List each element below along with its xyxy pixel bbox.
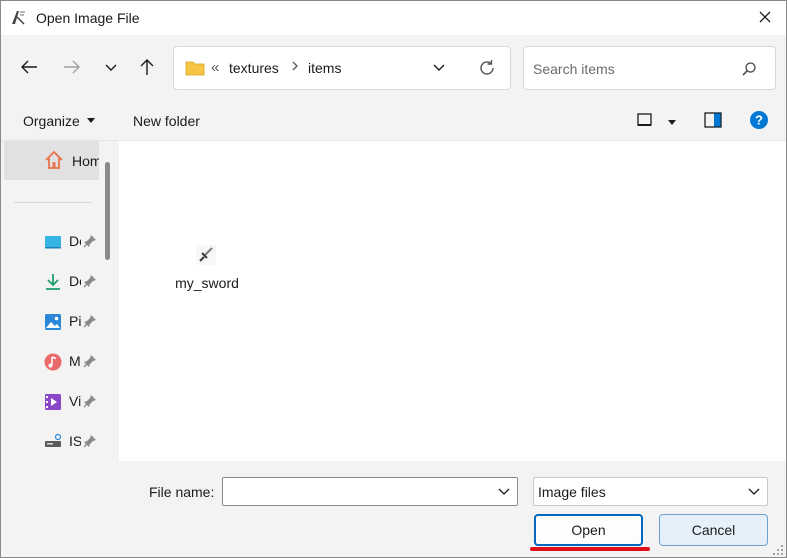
chevron-down-icon xyxy=(432,60,446,76)
open-button[interactable]: Open xyxy=(534,514,643,546)
chevron-right-icon xyxy=(291,59,299,75)
recent-locations-button[interactable] xyxy=(97,54,125,82)
back-button[interactable] xyxy=(15,54,43,82)
file-item[interactable]: my_sword xyxy=(169,241,245,295)
new-folder-button[interactable]: New folder xyxy=(133,113,200,129)
organize-label: Organize xyxy=(23,113,80,129)
sidebar-item-label: Desktop xyxy=(69,233,81,249)
cancel-button[interactable]: Cancel xyxy=(659,514,768,546)
up-button[interactable] xyxy=(133,54,161,82)
pictures-icon xyxy=(44,313,62,331)
dialog-footer: File name: Image files Open Cancel xyxy=(1,461,786,557)
pin-icon xyxy=(83,354,97,368)
breadcrumb-overflow[interactable]: « xyxy=(211,59,219,76)
folder-icon xyxy=(185,60,205,76)
highlight-underline xyxy=(530,547,650,551)
svg-text:?: ? xyxy=(755,112,763,127)
view-mode-button[interactable] xyxy=(634,110,656,132)
file-name-label: my_sword xyxy=(175,275,239,291)
arrow-right-icon xyxy=(63,59,81,78)
sidebar-item-label: Downloads xyxy=(69,273,81,289)
sidebar-item-videos[interactable]: Videos xyxy=(4,384,99,420)
arrow-up-icon xyxy=(139,58,155,79)
file-type-value: Image files xyxy=(538,484,606,500)
sidebar-item-label: Videos xyxy=(69,393,81,409)
preview-pane-icon xyxy=(704,111,722,131)
pin-icon xyxy=(83,234,97,248)
desktop-icon xyxy=(44,233,62,251)
sidebar-item-pictures[interactable]: Pictures xyxy=(4,304,99,340)
view-icon xyxy=(637,112,653,130)
sidebar-divider xyxy=(14,202,92,203)
sidebar-item-desktop[interactable]: Desktop xyxy=(4,224,99,260)
breadcrumb-textures[interactable]: textures xyxy=(229,60,279,76)
file-type-select[interactable]: Image files xyxy=(533,477,768,506)
sidebar-item-downloads[interactable]: Downloads xyxy=(4,264,99,300)
search-input[interactable] xyxy=(533,59,733,79)
search-box xyxy=(523,46,776,90)
refresh-icon xyxy=(478,59,496,80)
search-icon[interactable] xyxy=(741,61,757,77)
view-options-dropdown[interactable] xyxy=(661,110,683,132)
address-dropdown-button[interactable] xyxy=(428,57,450,79)
pin-icon xyxy=(83,434,97,448)
sidebar-scrollbar[interactable] xyxy=(99,141,119,461)
home-icon xyxy=(44,150,64,170)
caret-down-icon xyxy=(668,113,676,129)
resize-grip-icon[interactable] xyxy=(772,543,784,555)
file-name-dropdown-button[interactable] xyxy=(495,483,513,501)
open-image-dialog: Open Image File « textures items Search … xyxy=(0,0,787,558)
navigation-pane: Home Desktop Downloads Pictures xyxy=(1,141,119,461)
file-list-area[interactable]: my_sword xyxy=(119,141,786,461)
help-button[interactable]: ? xyxy=(748,110,770,132)
organize-menu[interactable]: Organize xyxy=(23,113,95,129)
chevron-down-icon xyxy=(745,483,763,501)
caret-down-icon xyxy=(84,113,95,129)
sidebar-item-label: Music xyxy=(69,353,81,369)
pin-icon xyxy=(83,274,97,288)
drive-icon xyxy=(44,433,62,451)
inkscape-pen-icon xyxy=(9,8,27,26)
sidebar-item-label: Pictures xyxy=(69,313,81,329)
download-icon xyxy=(44,273,62,291)
chevron-down-icon xyxy=(104,60,118,76)
window-title: Open Image File xyxy=(36,10,140,26)
help-icon: ? xyxy=(749,110,769,133)
address-bar[interactable]: « textures items xyxy=(173,46,511,90)
file-name-input[interactable] xyxy=(227,482,487,502)
command-bar: Organize New folder ? xyxy=(1,101,786,141)
forward-button[interactable] xyxy=(58,54,86,82)
sidebar-item-music[interactable]: Music xyxy=(4,344,99,380)
navigation-bar: « textures items xyxy=(1,35,786,101)
sidebar-item-label: ISO xyxy=(69,433,81,449)
music-icon xyxy=(44,353,62,371)
close-button[interactable] xyxy=(750,3,780,33)
title-bar: Open Image File xyxy=(1,1,786,35)
sidebar-item-drive[interactable]: ISO xyxy=(4,424,99,460)
scrollbar-thumb[interactable] xyxy=(105,162,110,260)
sword-image-icon xyxy=(196,245,216,265)
preview-pane-button[interactable] xyxy=(702,110,724,132)
file-name-combobox xyxy=(222,477,518,506)
file-name-label: File name: xyxy=(149,484,215,500)
videos-icon xyxy=(44,393,62,411)
arrow-left-icon xyxy=(20,59,38,78)
refresh-button[interactable] xyxy=(475,57,499,81)
sidebar-item-home[interactable]: Home xyxy=(4,141,109,180)
pin-icon xyxy=(83,314,97,328)
close-icon xyxy=(758,10,772,27)
breadcrumb-items[interactable]: items xyxy=(308,60,341,76)
pin-icon xyxy=(83,394,97,408)
